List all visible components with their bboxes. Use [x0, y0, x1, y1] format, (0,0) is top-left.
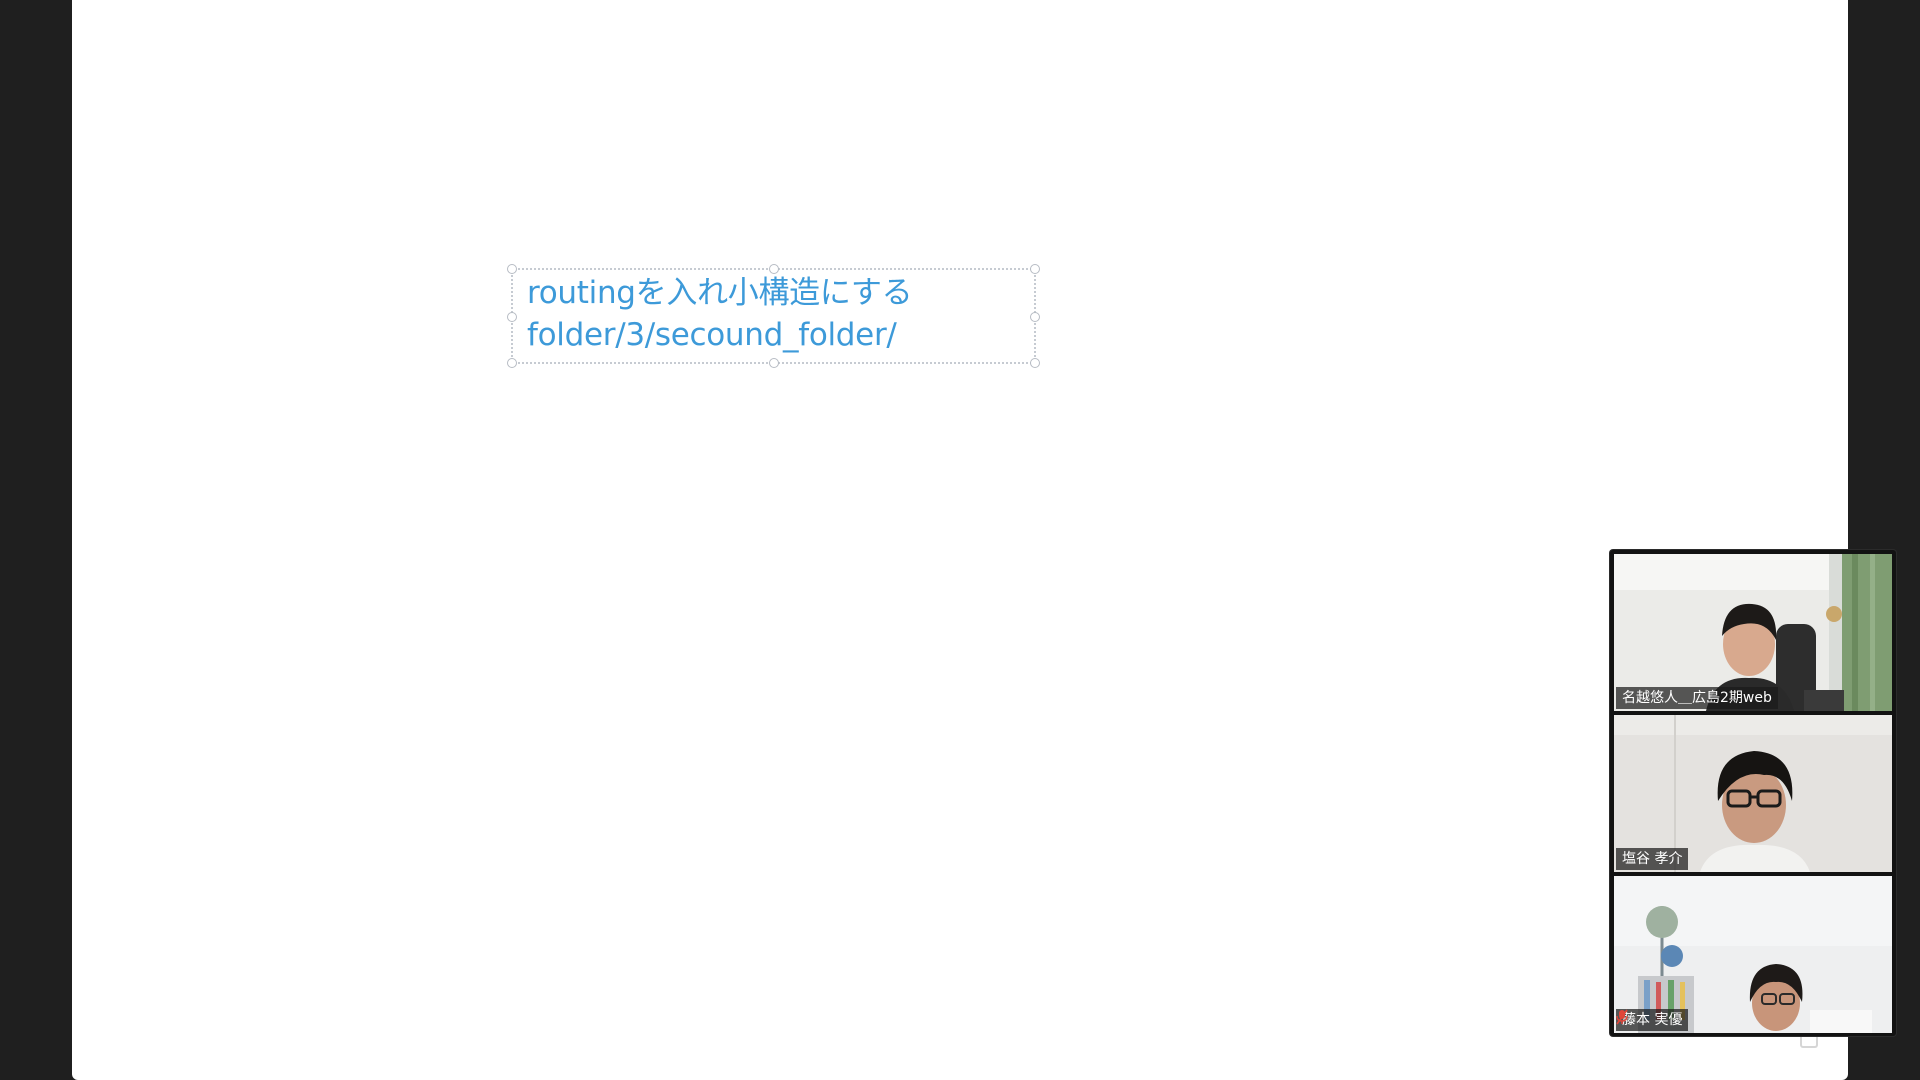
text-box-line-2: folder/3/secound_folder/ [527, 317, 897, 353]
participant-tile[interactable]: 藤本 実優 [1614, 876, 1892, 1033]
meeting-window: routingを入れ小構造にする folder/3/secound_folder… [0, 0, 1920, 1080]
selected-text-box[interactable]: routingを入れ小構造にする folder/3/secound_folder… [507, 264, 1040, 368]
participant-name-tag: 塩谷 孝介 [1616, 848, 1689, 870]
resize-handle-top-middle[interactable] [769, 264, 779, 274]
participant-name: 名越悠人＿広島2期web [1622, 690, 1772, 706]
participant-name-tag: 名越悠人＿広島2期web [1616, 687, 1778, 709]
resize-handle-bottom-middle[interactable] [769, 358, 779, 368]
participant-name: 塩谷 孝介 [1622, 851, 1683, 867]
resize-handle-bottom-left[interactable] [507, 358, 517, 368]
shared-whiteboard[interactable]: routingを入れ小構造にする folder/3/secound_folder… [72, 0, 1848, 1080]
share-icon[interactable] [1800, 1034, 1818, 1048]
resize-handle-bottom-right[interactable] [1030, 358, 1040, 368]
participant-name: 藤本 実優 [1622, 1012, 1683, 1028]
resize-handle-top-right[interactable] [1030, 264, 1040, 274]
resize-handle-middle-right[interactable] [1030, 312, 1040, 322]
participant-tile[interactable]: 塩谷 孝介 [1614, 715, 1892, 872]
resize-handle-middle-left[interactable] [507, 312, 517, 322]
participant-tile[interactable]: 名越悠人＿広島2期web [1614, 554, 1892, 711]
participant-video-gallery[interactable]: 名越悠人＿広島2期web 塩谷 孝介 藤本 実優 [1610, 550, 1896, 1036]
microphone-muted-icon [1616, 1009, 1628, 1025]
resize-handle-top-left[interactable] [507, 264, 517, 274]
text-box-line-1: routingを入れ小構造にする [527, 275, 913, 311]
participant-name-tag: 藤本 実優 [1616, 1009, 1689, 1031]
